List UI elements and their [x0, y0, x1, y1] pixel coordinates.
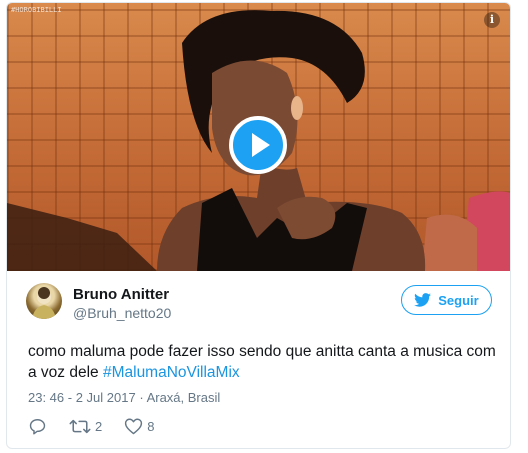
follow-button-label: Seguir [438, 292, 479, 308]
video-watermark: #HOROBIBILLI [11, 6, 62, 14]
follow-button[interactable]: Seguir [401, 285, 492, 315]
play-button[interactable] [229, 116, 287, 174]
info-icon[interactable]: i [484, 12, 500, 28]
retweet-count: 2 [95, 418, 103, 434]
tweet-metadata: 23: 46 - 2 Jul 2017 · Araxá, Brasil [28, 390, 220, 405]
tweet-text-body: como maluma pode fazer isso sendo que an… [28, 343, 496, 381]
like-count: 8 [147, 418, 155, 434]
retweet-icon [69, 419, 91, 433]
author-screen-name[interactable]: @Bruh_netto20 [73, 305, 171, 321]
like-button[interactable]: 8 [124, 417, 154, 435]
tweet-timestamp[interactable]: 23: 46 - 2 Jul 2017 [28, 390, 136, 405]
tweet-text: como maluma pode fazer isso sendo que an… [28, 341, 498, 383]
tweet-header: Bruno Anitter @Bruh_netto20 Seguir [26, 283, 492, 323]
play-icon [252, 133, 270, 157]
tweet-actions: 2 8 [28, 416, 154, 436]
avatar[interactable] [26, 283, 62, 319]
video-thumbnail[interactable]: #HOROBIBILLI i [7, 3, 510, 271]
reply-icon [29, 418, 46, 434]
reply-button[interactable] [28, 417, 47, 436]
author-display-name[interactable]: Bruno Anitter [73, 286, 169, 303]
retweet-button[interactable]: 2 [69, 417, 102, 436]
avatar-image [32, 287, 56, 319]
hashtag-link[interactable]: #MalumaNoVillaMix [103, 364, 240, 381]
twitter-bird-icon [414, 293, 432, 307]
heart-icon [125, 418, 143, 435]
embedded-tweet-card: #HOROBIBILLI i Bruno Anitter @Bruh_netto… [6, 2, 511, 449]
tweet-location[interactable]: Araxá, Brasil [147, 390, 221, 405]
meta-separator: · [139, 390, 144, 405]
